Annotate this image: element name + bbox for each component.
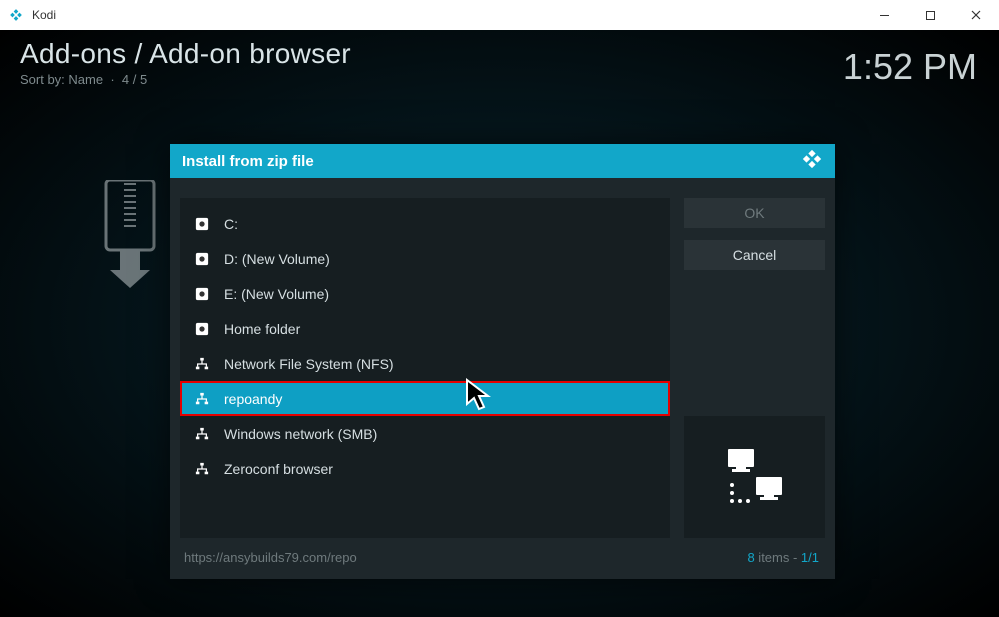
file-list[interactable]: C: D: (New Volume) E: (New Volume) Home …	[180, 198, 670, 538]
breadcrumb: Add-ons / Add-on browser Sort by: Name ·…	[20, 38, 351, 87]
app-viewport: Add-ons / Add-on browser Sort by: Name ·…	[0, 30, 999, 617]
network-icon	[194, 356, 210, 372]
window-title: Kodi	[32, 8, 56, 22]
window-titlebar: Kodi	[0, 0, 999, 30]
file-item[interactable]: repoandy	[180, 381, 670, 416]
network-computers-icon	[720, 445, 790, 509]
disk-icon	[194, 286, 210, 302]
network-icon	[194, 461, 210, 477]
footer-item-count: 8 items - 1/1	[747, 550, 819, 565]
file-item-label: repoandy	[224, 391, 282, 407]
network-icon	[194, 391, 210, 407]
cancel-button[interactable]: Cancel	[684, 240, 825, 270]
file-item-label: C:	[224, 216, 238, 232]
file-item-label: D: (New Volume)	[224, 251, 330, 267]
file-item[interactable]: Home folder	[180, 311, 670, 346]
ok-button[interactable]: OK	[684, 198, 825, 228]
file-item-label: Network File System (NFS)	[224, 356, 394, 372]
zip-file-icon	[100, 180, 160, 290]
close-button[interactable]	[953, 0, 999, 30]
file-item[interactable]: C:	[180, 206, 670, 241]
file-item-label: Home folder	[224, 321, 300, 337]
window-controls	[861, 0, 999, 30]
file-item[interactable]: Network File System (NFS)	[180, 346, 670, 381]
preview-pane	[684, 416, 825, 538]
file-item[interactable]: Zeroconf browser	[180, 451, 670, 486]
network-icon	[194, 426, 210, 442]
disk-icon	[194, 251, 210, 267]
dialog-header: Install from zip file	[170, 144, 835, 178]
disk-icon	[194, 321, 210, 337]
dialog-footer: https://ansybuilds79.com/repo 8 items - …	[170, 546, 835, 579]
breadcrumb-sort: Sort by: Name · 4 / 5	[20, 72, 351, 87]
file-item[interactable]: Windows network (SMB)	[180, 416, 670, 451]
dialog-side-pane: OK Cancel	[670, 178, 835, 546]
kodi-logo-icon	[801, 148, 823, 174]
file-item[interactable]: D: (New Volume)	[180, 241, 670, 276]
dialog-title: Install from zip file	[182, 153, 314, 170]
footer-url: https://ansybuilds79.com/repo	[184, 550, 357, 565]
maximize-button[interactable]	[907, 0, 953, 30]
minimize-button[interactable]	[861, 0, 907, 30]
kodi-logo-icon	[8, 7, 24, 23]
clock: 1:52 PM	[843, 46, 977, 88]
file-item-label: Zeroconf browser	[224, 461, 333, 477]
disk-icon	[194, 216, 210, 232]
file-item-label: E: (New Volume)	[224, 286, 329, 302]
breadcrumb-path: Add-ons / Add-on browser	[20, 38, 351, 70]
install-zip-dialog: Install from zip file C: D: (New Volume)…	[170, 144, 835, 579]
file-item[interactable]: E: (New Volume)	[180, 276, 670, 311]
file-item-label: Windows network (SMB)	[224, 426, 377, 442]
